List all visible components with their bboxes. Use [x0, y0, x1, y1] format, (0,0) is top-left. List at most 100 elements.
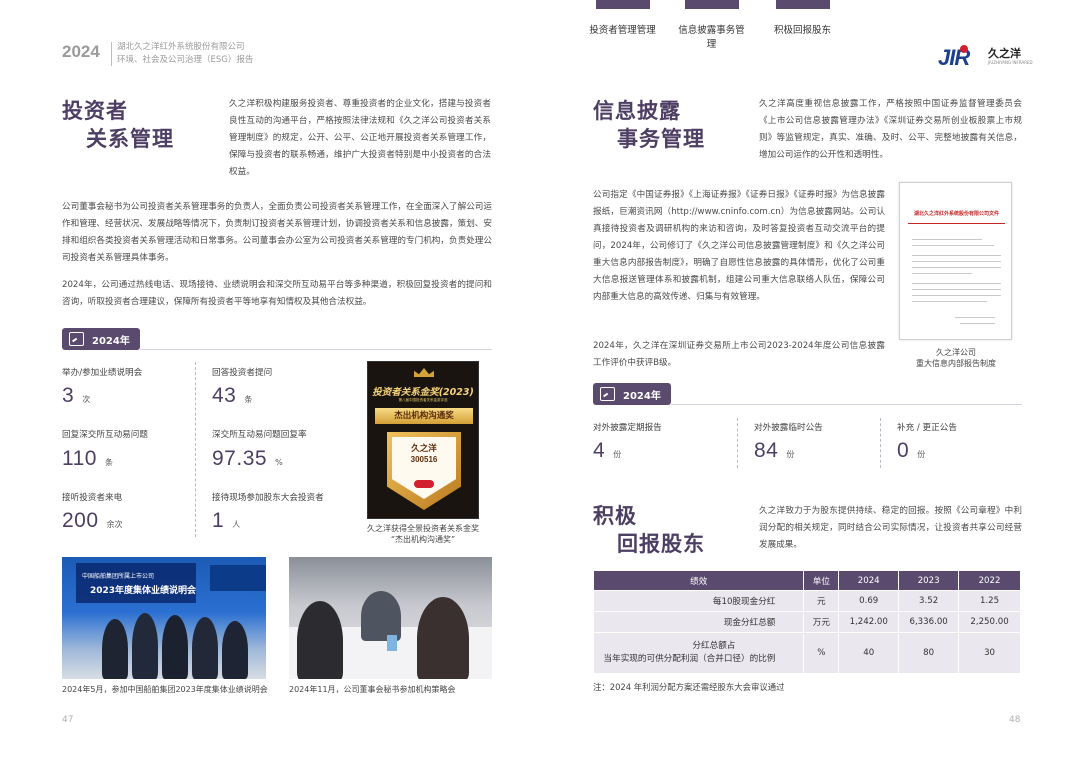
stat-label: 回答投资者提问 — [212, 368, 273, 378]
metric-cell: 分红总额占 当年实现的可供分配利润（合并口径）的比例 — [592, 632, 805, 674]
company-name: 湖北久之洋红外系统股份有限公司 — [117, 42, 245, 52]
document-heading: 湖北久之洋红外系统股份有限公司文件 — [913, 211, 999, 217]
award-stock-code: 300516 — [410, 455, 438, 464]
disclosure-intro: 久之洋高度重视信息披露工作，严格按照中国证券监督管理委员会《上市公司信息披露管理… — [759, 99, 1022, 160]
value-cell: 1.25 — [958, 590, 1021, 612]
metric-cell: 每10股现金分红 — [592, 590, 805, 612]
person — [361, 591, 401, 641]
award-title: 投资者关系金奖(2023) — [372, 387, 474, 398]
value-cell: 0.69 — [838, 590, 900, 612]
tab-disclosure[interactable]: 信息披露事务管理 — [674, 0, 749, 50]
logo-name: 久之洋 — [988, 47, 1021, 60]
person — [222, 621, 248, 679]
column-header: 绩效 — [592, 570, 805, 591]
tab-label: 投资者管理管理 — [589, 25, 656, 36]
column-header: 2022 — [958, 570, 1021, 591]
header-divider — [111, 42, 112, 66]
table-row: 分红总额占 当年实现的可供分配利润（合并口径）的比例 % 40 80 30 — [592, 632, 1021, 674]
policy-document-image: 湖北久之洋红外系统股份有限公司文件 — [899, 182, 1012, 340]
sponsor-logo — [414, 480, 434, 488]
stat-label: 对外披露临时公告 — [754, 423, 823, 433]
column-header: 单位 — [803, 570, 840, 591]
stat-label: 对外披露定期报告 — [593, 423, 662, 433]
table-note: 注：2024 年利润分配方案还需经股东大会审议通过 — [593, 682, 785, 692]
badge-underline — [671, 404, 1022, 405]
stat-label: 补充 / 更正公告 — [897, 423, 957, 433]
title-line-1: 投资者 — [62, 99, 128, 123]
value-cell: 3.52 — [898, 590, 960, 612]
water-bottle — [387, 635, 397, 651]
logo-tagline: JIUZHIYANG INFRARED — [988, 60, 1033, 65]
stat-value: 0份 — [897, 439, 926, 462]
stat-value: 4份 — [593, 439, 622, 462]
stat-value: 97.35% — [212, 447, 283, 470]
disclosure-title: 信息披露 事务管理 — [593, 97, 705, 153]
column-header: 2024 — [838, 570, 900, 591]
photo-banner-title: 2023年度集体业绩说明会 — [90, 586, 197, 596]
unit-cell: 万元 — [803, 611, 840, 633]
value-cell: 40 — [838, 632, 900, 674]
strategy-meeting-photo — [289, 557, 492, 679]
stat-label: 举办/参加业绩说明会 — [62, 368, 143, 378]
photo-caption: 2024年5月，参加中国船舶集团2023年度集体业绩说明会 — [62, 685, 268, 694]
return-intro: 久之洋致力于为股东提供持续、稳定的回报。按照《公司章程》中利润分配的相关规定，同… — [759, 506, 1022, 550]
column-header: 2023 — [898, 570, 960, 591]
photo-caption: 2024年11月，公司董事会秘书参加机构策略会 — [289, 685, 456, 694]
document-caption: 久之洋公司 重大信息内部报告制度 — [916, 348, 996, 368]
table-row: 现金分红总额 万元 1,242.00 6,336.00 2,250.00 — [592, 611, 1021, 633]
stats-divider — [880, 418, 881, 468]
person — [132, 613, 158, 679]
title-line-2: 关系管理 — [86, 127, 174, 151]
stat-label: 接待现场参加股东大会投资者 — [212, 493, 324, 503]
investor-intro: 久之洋积极构建服务投资者、尊重投资者的企业文化，搭建与投资者良性互动的沟通平台，… — [229, 99, 491, 177]
unit-cell: 元 — [803, 590, 840, 612]
person — [102, 619, 128, 679]
stat-value: 84 份 — [754, 439, 795, 462]
value-cell: 2,250.00 — [958, 611, 1021, 633]
page-number: 48 — [1009, 715, 1021, 725]
title-line-1: 信息披露 — [593, 99, 681, 123]
value-cell: 30 — [958, 632, 1021, 674]
tab-investor-management[interactable]: 投资者管理管理 — [585, 0, 660, 40]
award-company: 久之洋 — [411, 444, 437, 454]
award-ribbon: 杰出机构沟通奖 — [375, 408, 473, 424]
award-subtitle: 第八届中国投资者关系金奖评选 — [398, 398, 448, 402]
person — [297, 601, 343, 679]
award-image: 投资者关系金奖(2023) 第八届中国投资者关系金奖评选 杰出机构沟通奖 久之洋… — [367, 361, 479, 519]
investor-relations-title: 投资者 关系管理 — [62, 97, 174, 153]
shareholder-return-title: 积极 回报股东 — [593, 502, 705, 558]
unit-cell: % — [803, 632, 840, 674]
table-header-row: 绩效 单位 2024 2023 2022 — [592, 570, 1021, 591]
badge-label: 2024年 — [623, 390, 661, 402]
report-year: 2024 — [62, 42, 100, 61]
value-cell: 80 — [898, 632, 960, 674]
person — [162, 615, 188, 679]
crown-icon — [414, 368, 434, 377]
logo-dot — [960, 45, 968, 53]
dividend-table: 绩效 单位 2024 2023 2022 每10股现金分红 元 0.69 3.5… — [592, 570, 1021, 674]
company-logo: JIR 久之洋 JIUZHIYANG INFRARED — [938, 44, 1033, 70]
disclosure-para-1: 公司指定《中国证券报》《上海证券报》《证券日报》《证券时报》为信息披露报纸，巨潮… — [593, 190, 885, 302]
earnings-meeting-photo: 中国船舶集团所属上市公司 2023年度集体业绩说明会 — [62, 557, 266, 679]
person — [417, 597, 469, 679]
investor-para-1: 公司董事会秘书为公司投资者关系管理事务的负责人，全面负责公司投资者关系管理工作，… — [62, 202, 492, 263]
stat-value: 43 条 — [212, 384, 253, 407]
table-row: 每10股现金分红 元 0.69 3.52 1.25 — [592, 590, 1021, 612]
value-cell: 6,336.00 — [898, 611, 960, 633]
header-company: 湖北久之洋红外系统股份有限公司 环境、社会及公司治理（ESG）报告 — [117, 41, 253, 67]
title-line-1: 积极 — [593, 504, 637, 528]
tab-shareholder-return[interactable]: 积极回报股东 — [765, 0, 840, 40]
metric-cell: 现金分红总额 — [592, 611, 805, 633]
page-number: 47 — [62, 715, 74, 725]
title-line-2: 事务管理 — [617, 127, 705, 151]
report-icon — [600, 387, 615, 401]
stat-value: 110 条 — [62, 447, 113, 470]
person — [192, 617, 218, 679]
stat-value: 200 余次 — [62, 509, 123, 532]
stat-value: 1人 — [212, 509, 241, 532]
photo-banner-small: 中国船舶集团所属上市公司 — [82, 573, 155, 580]
year-badge: 2024年 — [62, 328, 140, 350]
value-cell: 1,242.00 — [838, 611, 900, 633]
investor-para-2: 2024年，公司通过热线电话、现场接待、业绩说明会和深交所互动易平台等多种渠道，… — [62, 280, 492, 307]
stats-divider — [737, 418, 738, 468]
